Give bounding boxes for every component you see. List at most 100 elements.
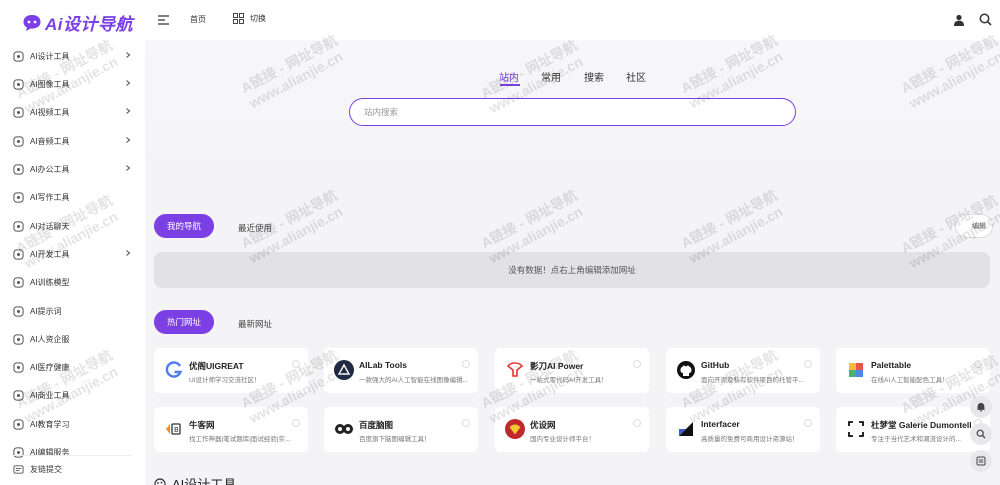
menu-toggle-icon[interactable] xyxy=(157,13,170,31)
site-card[interactable]: 影刀AI Power 一站式零代码AI开发工具！ xyxy=(495,348,649,393)
tab-hot-sites[interactable]: 热门网址 xyxy=(154,310,215,334)
palettable-logo xyxy=(846,360,866,380)
watermark-line: A链接 - 网址导航 xyxy=(678,186,780,252)
sidebar-item-label: AI提示词 xyxy=(30,306,62,316)
site-card-desc: 一款强大的AI人工智能在线图像编辑... xyxy=(359,377,469,384)
hr-icon xyxy=(12,333,24,345)
sidebar-item-label: AI写作工具 xyxy=(30,192,70,202)
palette-icon xyxy=(12,50,24,62)
info-icon[interactable] xyxy=(462,419,470,427)
sidebar-item-13[interactable]: AI教育学习 xyxy=(12,415,136,433)
tab-recent[interactable]: 最近使用 xyxy=(238,222,272,234)
site-logo[interactable]: Ai设计导航 xyxy=(22,10,133,35)
search-icon[interactable] xyxy=(979,13,992,31)
github-logo xyxy=(676,360,696,380)
site-card-desc: 面向开源及私有软件项目的托管平... xyxy=(701,377,804,384)
sidebar-item-14[interactable]: AI编辑服务 xyxy=(12,443,136,461)
site-card-desc: UI设计师学习交流社区！ xyxy=(189,377,261,384)
site-card-title: 优阁UIGREAT xyxy=(189,361,244,371)
nowcoder-logo: B xyxy=(164,419,184,439)
site-card-title: Interfacer xyxy=(701,419,740,429)
info-icon[interactable] xyxy=(974,360,982,368)
user-icon[interactable] xyxy=(953,13,965,31)
sidebar-item-10[interactable]: AI人资企服 xyxy=(12,330,136,348)
tab-latest-sites[interactable]: 最新网址 xyxy=(238,318,272,330)
edit-icon xyxy=(12,446,24,458)
sidebar-item-7[interactable]: AI开发工具 xyxy=(12,245,136,263)
sidebar-item-label: AI商业工具 xyxy=(30,390,70,400)
tab-my-nav[interactable]: 我的导航 xyxy=(154,214,215,238)
site-card[interactable]: 优阁UIGREAT UI设计师学习交流社区！ xyxy=(154,348,308,393)
sidebar-item-1[interactable]: AI图像工具 xyxy=(12,75,136,93)
sidebar-item-submit[interactable]: 友链提交 xyxy=(12,460,136,478)
sidebar-item-4[interactable]: AI办公工具 xyxy=(12,160,136,178)
site-card[interactable]: GitHub 面向开源及私有软件项目的托管平... xyxy=(666,348,820,393)
info-icon[interactable] xyxy=(804,360,812,368)
nav-home-link[interactable]: 首页 xyxy=(190,14,206,25)
sidebar-item-label: AI设计工具 xyxy=(30,51,70,61)
section-heading: AI设计工具 xyxy=(154,474,236,485)
site-card-desc: 百度旗下脑图编辑工具！ xyxy=(359,436,431,443)
info-icon[interactable] xyxy=(633,360,641,368)
info-icon[interactable] xyxy=(633,419,641,427)
sidebar-item-label: AI音频工具 xyxy=(30,136,70,146)
site-card[interactable]: Interfacer 高质量的免费可商用设计资源站！ xyxy=(666,407,820,452)
site-card-title: 杜梦堂 Galerie Dumontell xyxy=(871,420,972,430)
site-card-title: AILab Tools xyxy=(359,360,408,370)
chevron-right-icon xyxy=(124,51,134,61)
sidebar-item-9[interactable]: AI提示词 xyxy=(12,302,136,320)
info-icon[interactable] xyxy=(804,419,812,427)
chat-icon xyxy=(12,220,24,232)
site-card[interactable]: 优设网 国内专业设计师平台！ xyxy=(495,407,649,452)
sidebar-item-label: AI开发工具 xyxy=(30,249,70,259)
sidebar-item-3[interactable]: AI音频工具 xyxy=(12,132,136,150)
nav-switch-link[interactable]: 切换 xyxy=(233,13,266,24)
search-tab-common[interactable]: 常用 xyxy=(541,69,561,84)
dumontell-logo xyxy=(846,419,866,439)
yingdao-logo xyxy=(505,360,525,380)
sidebar-item-6[interactable]: AI对话聊天 xyxy=(12,217,136,235)
interfacer-logo xyxy=(676,419,696,439)
top-bar: 首页 切换 xyxy=(145,0,1000,40)
site-card-desc: 高质量的免费可商用设计资源站！ xyxy=(701,436,799,443)
site-card-title: GitHub xyxy=(701,360,730,370)
sidebar-item-label: 友链提交 xyxy=(30,464,62,474)
site-card-title: Palettable xyxy=(871,360,912,370)
search-float-button[interactable] xyxy=(970,423,992,445)
sidebar-item-8[interactable]: AI训练模型 xyxy=(12,273,136,291)
sidebar-item-12[interactable]: AI商业工具 xyxy=(12,386,136,404)
image-icon xyxy=(12,78,24,90)
chevron-right-icon xyxy=(124,249,134,259)
link-submit-icon xyxy=(12,463,24,475)
site-card[interactable]: Palettable 在线AI人工智能配色工具！ xyxy=(836,348,990,393)
site-card-desc: 找工作神器|笔试题库|面试经验|实... xyxy=(189,436,291,443)
search-tab-site[interactable]: 站内 xyxy=(499,69,519,84)
site-card[interactable]: AILab Tools 一款强大的AI人工智能在线图像编辑... xyxy=(324,348,478,393)
list-icon xyxy=(976,456,986,466)
edit-button[interactable]: 编辑 xyxy=(955,214,993,238)
section-title: AI设计工具 xyxy=(172,477,237,485)
info-icon[interactable] xyxy=(462,360,470,368)
sidebar-item-5[interactable]: AI写作工具 xyxy=(12,188,136,206)
info-icon[interactable] xyxy=(292,419,300,427)
search-hero: 站内 常用 搜索 社区 xyxy=(145,40,1000,190)
empty-nav-placeholder: 没有数据！点右上角编辑添加网址 xyxy=(154,252,990,288)
sidebar: Ai设计导航 AI设计工具 AI图像工具 AI视频工具 AI音频工具 AI办公工具 AI写… xyxy=(0,0,145,485)
uisdc-logo xyxy=(505,419,525,439)
sidebar-item-label: AI人资企服 xyxy=(30,334,70,344)
search-tab-search[interactable]: 搜索 xyxy=(584,69,604,84)
sidebar-item-2[interactable]: AI视频工具 xyxy=(12,103,136,121)
site-card[interactable]: B 牛客网 找工作神器|笔试题库|面试经验|实... xyxy=(154,407,308,452)
menu-float-button[interactable] xyxy=(970,450,992,472)
site-card-desc: 专注于当代艺术和潮流设计的... xyxy=(871,436,961,443)
info-icon[interactable] xyxy=(292,360,300,368)
health-icon xyxy=(12,361,24,373)
site-card[interactable]: 杜梦堂 Galerie Dumontell 专注于当代艺术和潮流设计的... xyxy=(836,407,990,452)
search-box xyxy=(349,98,796,126)
sidebar-item-11[interactable]: AI医疗健康 xyxy=(12,358,136,376)
search-tab-community[interactable]: 社区 xyxy=(626,69,646,84)
sidebar-item-0[interactable]: AI设计工具 xyxy=(12,47,136,65)
bell-float-button[interactable] xyxy=(970,396,992,418)
site-card[interactable]: 百度脑图 百度旗下脑图编辑工具！ xyxy=(324,407,478,452)
search-input[interactable] xyxy=(350,99,795,125)
